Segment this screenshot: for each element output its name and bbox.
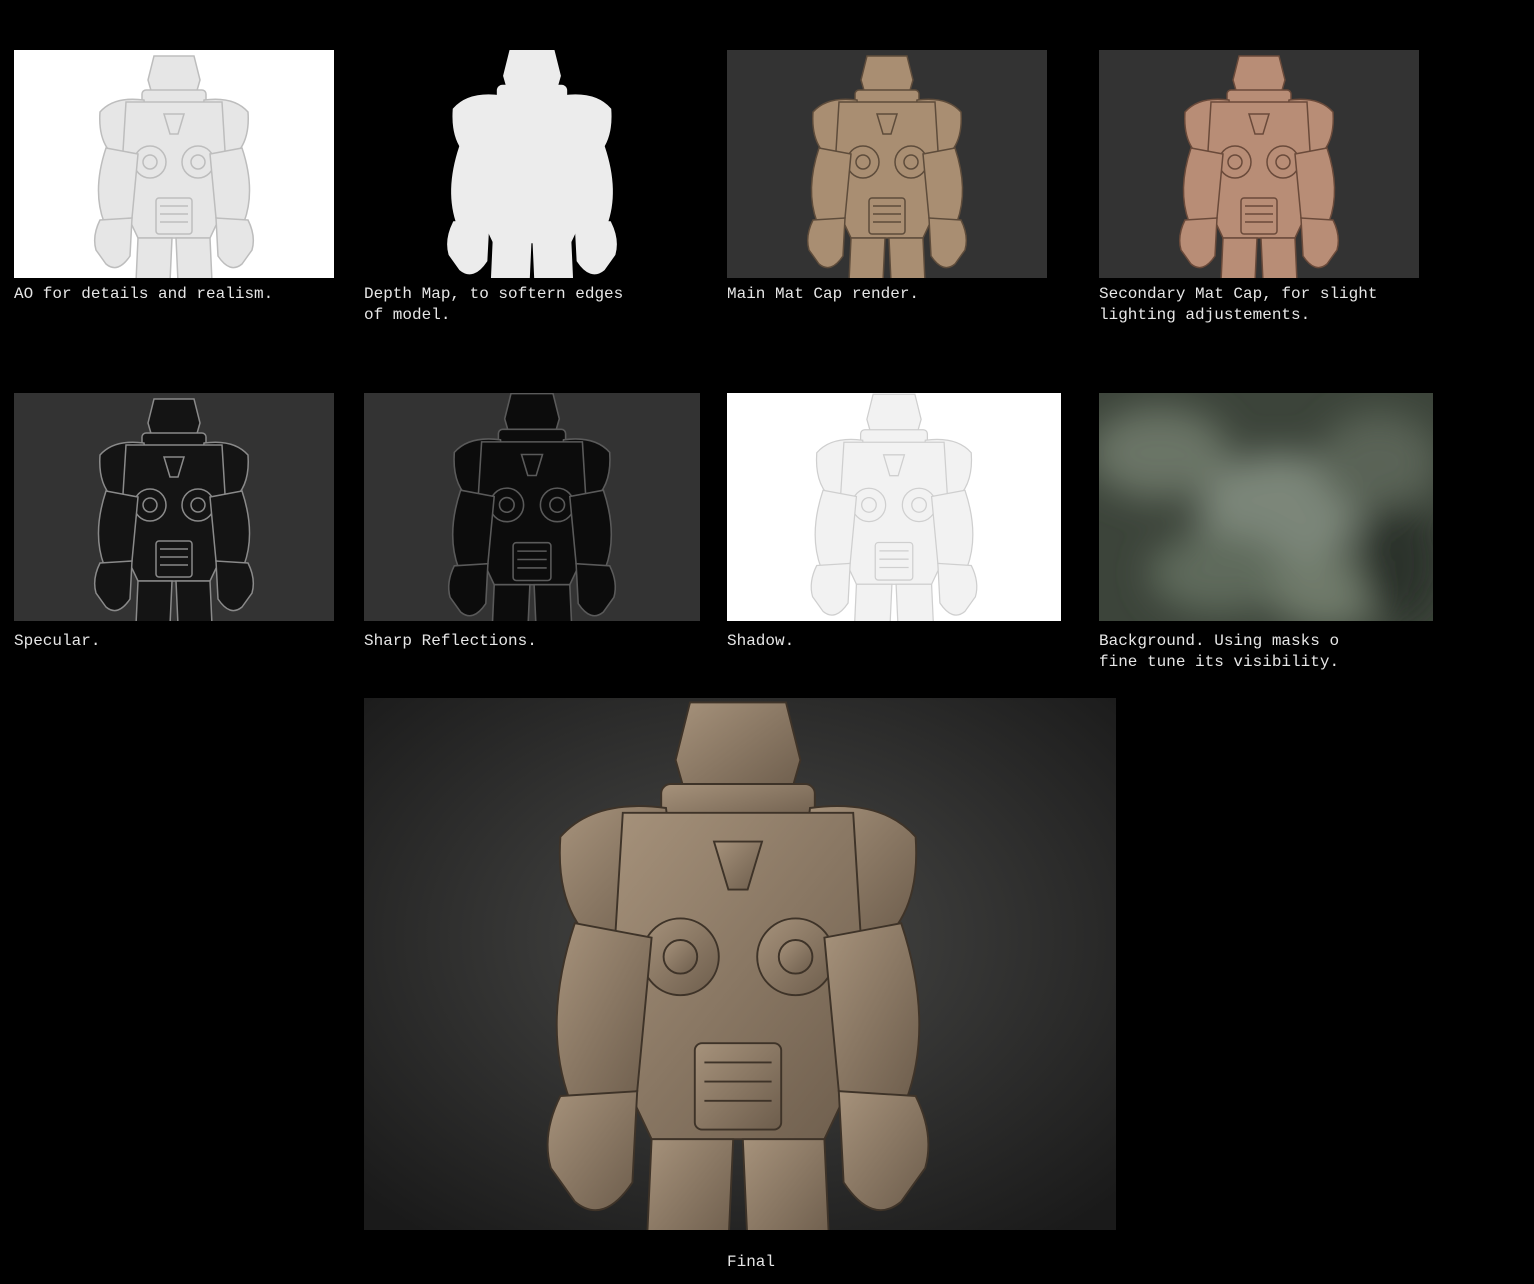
specular-caption: Specular.	[14, 632, 101, 650]
sharp-reflections-image	[364, 393, 700, 621]
background-image	[1099, 393, 1433, 621]
ao-render-image	[14, 50, 334, 278]
final-caption: Final	[727, 1253, 776, 1271]
sharp-reflections-caption: Sharp Reflections.	[364, 632, 537, 650]
specular-image	[14, 393, 334, 621]
final-render-image	[364, 698, 1116, 1230]
secondary-matcap-image	[1099, 50, 1419, 278]
main-matcap-image	[727, 50, 1047, 278]
depth-map-caption: Depth Map, to softern edges of model.	[364, 285, 624, 324]
shadow-image	[727, 393, 1061, 621]
secondary-matcap-caption: Secondary Mat Cap, for slight lighting a…	[1099, 285, 1378, 324]
background-caption: Background. Using masks o fine tune its …	[1099, 632, 1340, 671]
shadow-caption: Shadow.	[727, 632, 795, 650]
ao-caption: AO for details and realism.	[14, 285, 274, 303]
main-matcap-caption: Main Mat Cap render.	[727, 285, 920, 303]
depth-map-image	[364, 50, 700, 278]
